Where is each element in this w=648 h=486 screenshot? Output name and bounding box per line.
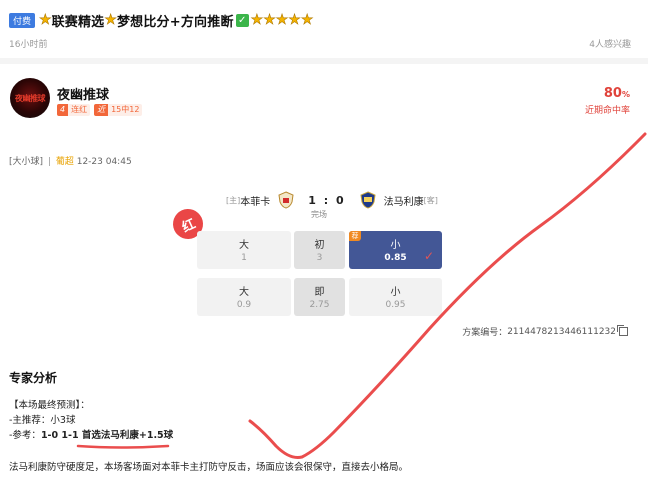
odds-value: 0.95 <box>385 300 406 310</box>
odds-value: 1 <box>241 253 247 263</box>
rating-stars: ★★★★★ <box>250 12 314 29</box>
plan-number: 方案编号： 2114478213446111232 <box>462 325 628 338</box>
recent-badge-text: 15中12 <box>108 104 143 116</box>
match-status: 完场 <box>311 210 327 219</box>
market-info: [大小球] | 葡超 12-23 04:45 <box>9 157 132 167</box>
analysis-body: 【本场最终预测】： -主推荐：小3球 -参考：1-0 1-1 首选法马利康+1.… <box>9 398 173 443</box>
plan-number-value: 2114478213446111232 <box>507 326 616 337</box>
analysis-line-3-prefix: -参考： <box>9 430 41 441</box>
paid-tag: 付费 <box>9 12 36 28</box>
hit-rate: 80% 近期命中率 <box>585 86 630 116</box>
streak-badge-text: 连红 <box>68 104 91 116</box>
check-icon: ✓ <box>235 13 249 27</box>
match-row: [主] 本菲卡 1 : 0 法马利康 [客] <box>226 191 438 209</box>
streak-badge: 4 连红 <box>57 104 91 116</box>
analysis-line-3: -参考：1-0 1-1 首选法马利康+1.5球 <box>9 428 173 443</box>
time-ago: 16小时前 <box>9 40 48 50</box>
author-badges: 4 连红 近 15中12 <box>57 104 143 116</box>
copy-icon[interactable] <box>617 325 628 336</box>
hit-rate-label: 近期命中率 <box>584 106 630 116</box>
viewer-count: 4人感兴趣 <box>589 40 631 50</box>
title-part-2: 梦想比分+方向推断 <box>116 14 234 30</box>
odds-label: 即 <box>314 287 325 298</box>
hit-rate-value: 80 <box>603 86 622 101</box>
hit-rate-unit: % <box>621 90 630 99</box>
market-type: [大小球] <box>9 157 44 167</box>
match-datetime: 12-23 04:45 <box>76 157 132 167</box>
final-score: 1 : 0 <box>308 193 346 207</box>
post-meta: 16小时前 4人感兴趣 <box>9 37 631 50</box>
underline-annotation <box>76 444 170 449</box>
streak-badge-icon: 4 <box>57 104 69 116</box>
home-tag: [主] <box>226 195 241 205</box>
away-team: 法马利康 <box>383 196 424 208</box>
star-icon: ★ <box>39 12 52 29</box>
odds-label: 初 <box>314 240 325 251</box>
analysis-line-2: -主推荐：小3球 <box>9 415 76 426</box>
odds-line-initial: 初 3 <box>294 231 345 269</box>
plan-number-label: 方案编号： <box>462 328 508 338</box>
odds-value: 3 <box>316 253 323 263</box>
analysis-line-1: 【本场最终预测】： <box>9 400 90 411</box>
away-team-crest-icon <box>360 191 376 209</box>
post-title-row: 付费 ★ 联赛精选 ★ 梦想比分+方向推断 ✓ ★★★★★ <box>9 10 314 30</box>
analysis-summary: 法马利康防守硬度足，本场客场面对本菲卡主打防守反击，场面应该会很保守，直接去小格… <box>9 462 409 473</box>
league-name: 葡超 <box>55 157 74 167</box>
analysis-line-3-picks: 1-0 1-1 首选法马利康+1.5球 <box>40 430 174 441</box>
odds-over-live[interactable]: 大 0.9 <box>197 278 291 316</box>
odds-value: 0.9 <box>236 300 252 310</box>
odds-label: 大 <box>239 287 249 298</box>
odds-under-initial-selected[interactable]: 荐 小 0.85 ✓ <box>349 231 442 269</box>
odds-value: 2.75 <box>309 300 330 310</box>
odds-label: 小 <box>390 287 401 298</box>
odds-label: 大 <box>239 240 249 251</box>
star-icon: ★ <box>104 12 117 29</box>
avatar[interactable]: 夜幽推球 <box>10 78 50 118</box>
title-part-1: 联赛精选 <box>51 14 105 30</box>
away-tag: [客] <box>423 195 438 205</box>
home-team: 本菲卡 <box>240 196 271 208</box>
recent-badge: 近 15中12 <box>94 104 143 116</box>
recommended-tag: 荐 <box>349 231 361 241</box>
avatar-logo-text: 夜幽推球 <box>15 93 46 103</box>
section-divider <box>0 58 648 64</box>
checkmark-icon: ✓ <box>423 249 434 263</box>
odds-line-live: 即 2.75 <box>294 278 345 316</box>
odds-under-live[interactable]: 小 0.95 <box>349 278 442 316</box>
author-name[interactable]: 夜幽推球 <box>57 84 109 103</box>
recent-badge-icon: 近 <box>94 104 109 116</box>
analysis-title: 专家分析 <box>9 371 58 385</box>
home-team-crest-icon <box>278 191 294 209</box>
odds-over-initial[interactable]: 大 1 <box>197 231 291 269</box>
